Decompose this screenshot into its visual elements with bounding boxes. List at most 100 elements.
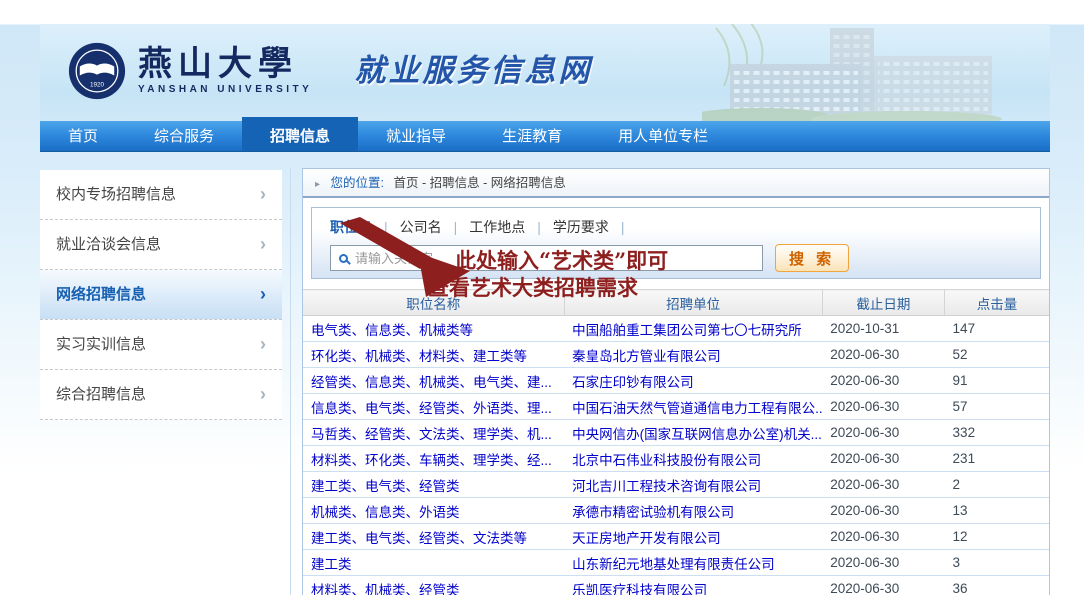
job-row: 建工类、电气类、经管类 河北吉川工程技术咨询有限公司 2020-06-30 2 (303, 472, 1049, 498)
job-company-link[interactable]: 中国船舶重工集团公司第七〇七研究所 (572, 323, 802, 338)
job-company-link[interactable]: 中央网信办(国家互联网信息办公室)机关... (572, 427, 822, 442)
job-position-link[interactable]: 马哲类、经管类、文法类、理学类、机... (311, 427, 552, 442)
sidebar-item[interactable]: 网络招聘信息 › (40, 270, 282, 320)
header-position: 职位名称 (303, 290, 564, 316)
keyword-input[interactable] (355, 251, 754, 266)
main-nav: 首页 综合服务 招聘信息 就业指导 生涯教育 用人单位专栏 (40, 121, 1050, 152)
job-deadline-cell: 2020-06-30 (822, 368, 944, 394)
search-panel: 职位名 | 公司名 | 工作地点 | 学历要求 (311, 207, 1041, 279)
header-deadline: 截止日期 (822, 290, 944, 316)
job-row: 材料类、机械类、经管类 乐凯医疗科技有限公司 2020-06-30 36 (303, 576, 1049, 595)
job-company-link[interactable]: 山东新纪元地基处理有限责任公司 (572, 557, 775, 572)
job-clicks-cell: 13 (945, 498, 1049, 524)
job-deadline-cell: 2020-06-30 (822, 550, 944, 576)
job-position-link[interactable]: 材料类、机械类、经管类 (311, 583, 460, 595)
job-row: 机械类、信息类、外语类 承德市精密试验机有限公司 2020-06-30 13 (303, 498, 1049, 524)
nav-item[interactable]: 招聘信息 (242, 117, 358, 151)
job-clicks-cell: 12 (945, 524, 1049, 550)
nav-item[interactable]: 就业指导 (358, 121, 474, 151)
nav-item-label: 就业指导 (386, 128, 446, 145)
sidebar-item-label: 综合招聘信息 (56, 370, 146, 419)
search-filter-tab[interactable]: 工作地点 (469, 217, 525, 237)
nav-item[interactable]: 生涯教育 (474, 121, 590, 151)
sidebar-item-label: 就业洽谈会信息 (56, 220, 161, 269)
job-row: 环化类、机械类、材料类、建工类等 秦皇岛北方管业有限公司 2020-06-30 … (303, 342, 1049, 368)
job-company-cell: 中央网信办(国家互联网信息办公室)机关... (564, 420, 822, 446)
job-row: 电气类、信息类、机械类等 中国船舶重工集团公司第七〇七研究所 2020-10-3… (303, 316, 1049, 342)
university-name-en: YANSHAN UNIVERSITY (138, 84, 312, 95)
job-clicks-cell: 231 (945, 446, 1049, 472)
breadcrumb-path[interactable]: 首页 - 招聘信息 - 网络招聘信息 (393, 176, 565, 190)
job-position-cell: 信息类、电气类、经管类、外语类、理... (303, 394, 564, 420)
job-clicks-cell: 332 (945, 420, 1049, 446)
university-seal-logo: 1920 (68, 42, 126, 100)
job-deadline-cell: 2020-06-30 (822, 342, 944, 368)
job-deadline-cell: 2020-06-30 (822, 524, 944, 550)
job-position-link[interactable]: 建工类 (311, 557, 352, 572)
search-filter-tab[interactable]: 职位名 (330, 217, 372, 237)
job-position-link[interactable]: 建工类、电气类、经管类、文法类等 (311, 531, 527, 546)
job-position-link[interactable]: 电气类、信息类、机械类等 (311, 323, 473, 338)
sidebar-item[interactable]: 实习实训信息 › (40, 320, 282, 370)
job-deadline-cell: 2020-06-30 (822, 394, 944, 420)
job-company-link[interactable]: 中国石油天然气管道通信电力工程有限公... (572, 401, 822, 416)
nav-item[interactable]: 综合服务 (126, 121, 242, 151)
job-company-cell: 北京中石伟业科技股份有限公司 (564, 446, 822, 472)
job-clicks-cell: 91 (945, 368, 1049, 394)
breadcrumb-arrow-icon: ▸ (315, 179, 320, 190)
job-company-cell: 乐凯医疗科技有限公司 (564, 576, 822, 595)
tab-separator: | (384, 219, 388, 235)
job-position-link[interactable]: 建工类、电气类、经管类 (311, 479, 460, 494)
sidebar-menu: 校内专场招聘信息 › 就业洽谈会信息 › 网络招聘信息 › 实习实训信息 › 综… (40, 170, 282, 420)
job-company-cell: 中国石油天然气管道通信电力工程有限公... (564, 394, 822, 420)
job-position-link[interactable]: 环化类、机械类、材料类、建工类等 (311, 349, 527, 364)
job-deadline-cell: 2020-06-30 (822, 576, 944, 595)
svg-text:1920: 1920 (90, 81, 105, 88)
job-deadline-cell: 2020-10-31 (822, 316, 944, 342)
job-company-cell: 河北吉川工程技术咨询有限公司 (564, 472, 822, 498)
search-filter-tab[interactable]: 公司名 (400, 217, 442, 237)
search-button[interactable]: 搜 索 (775, 244, 849, 272)
page: 1920 燕山大學 YANSHAN UNIVERSITY 就业服务信息网 首页 … (0, 0, 1084, 595)
search-row: 搜 索 (312, 239, 1040, 272)
sidebar-item[interactable]: 综合招聘信息 › (40, 370, 282, 420)
search-filter-tab[interactable]: 学历要求 (553, 217, 609, 237)
job-position-link[interactable]: 信息类、电气类、经管类、外语类、理... (311, 401, 552, 416)
job-deadline-cell: 2020-06-30 (822, 472, 944, 498)
campus-photo (702, 24, 1022, 121)
job-company-link[interactable]: 北京中石伟业科技股份有限公司 (572, 453, 761, 468)
tab-separator: | (537, 219, 541, 235)
job-row: 建工类 山东新纪元地基处理有限责任公司 2020-06-30 3 (303, 550, 1049, 576)
sidebar-item[interactable]: 校内专场招聘信息 › (40, 170, 282, 220)
sidebar-item[interactable]: 就业洽谈会信息 › (40, 220, 282, 270)
job-company-link[interactable]: 石家庄印钞有限公司 (572, 375, 694, 390)
job-row: 建工类、电气类、经管类、文法类等 天正房地产开发有限公司 2020-06-30 … (303, 524, 1049, 550)
job-position-link[interactable]: 材料类、环化类、车辆类、理学类、经... (311, 453, 552, 468)
job-company-link[interactable]: 乐凯医疗科技有限公司 (572, 583, 707, 595)
job-company-link[interactable]: 河北吉川工程技术咨询有限公司 (572, 479, 761, 494)
job-deadline-cell: 2020-06-30 (822, 420, 944, 446)
job-position-cell: 建工类、电气类、经管类 (303, 472, 564, 498)
nav-item-label: 首页 (68, 128, 98, 145)
job-clicks-cell: 57 (945, 394, 1049, 420)
job-company-link[interactable]: 承德市精密试验机有限公司 (572, 505, 734, 520)
job-clicks-cell: 52 (945, 342, 1049, 368)
job-company-link[interactable]: 秦皇岛北方管业有限公司 (572, 349, 721, 364)
search-filter-tabs: 职位名 | 公司名 | 工作地点 | 学历要求 (312, 208, 1040, 239)
job-company-cell: 承德市精密试验机有限公司 (564, 498, 822, 524)
nav-item-label: 生涯教育 (502, 128, 562, 145)
job-company-link[interactable]: 天正房地产开发有限公司 (572, 531, 721, 546)
university-name: 燕山大學 YANSHAN UNIVERSITY (138, 47, 312, 95)
nav-item[interactable]: 首页 (40, 121, 126, 151)
job-row: 马哲类、经管类、文法类、理学类、机... 中央网信办(国家互联网信息办公室)机关… (303, 420, 1049, 446)
job-position-link[interactable]: 机械类、信息类、外语类 (311, 505, 460, 520)
nav-item-label: 招聘信息 (270, 128, 330, 145)
site-title: 就业服务信息网 (354, 45, 592, 98)
nav-item[interactable]: 用人单位专栏 (590, 121, 736, 151)
search-field[interactable] (330, 245, 763, 271)
jobs-table: 职位名称 招聘单位 截止日期 点击量 电气类、信息类、机械类等 中国船舶重工集团… (303, 289, 1049, 595)
header-clicks: 点击量 (945, 290, 1049, 316)
job-position-link[interactable]: 经管类、信息类、机械类、电气类、建... (311, 375, 552, 390)
tab-separator: | (621, 219, 625, 235)
job-company-cell: 秦皇岛北方管业有限公司 (564, 342, 822, 368)
